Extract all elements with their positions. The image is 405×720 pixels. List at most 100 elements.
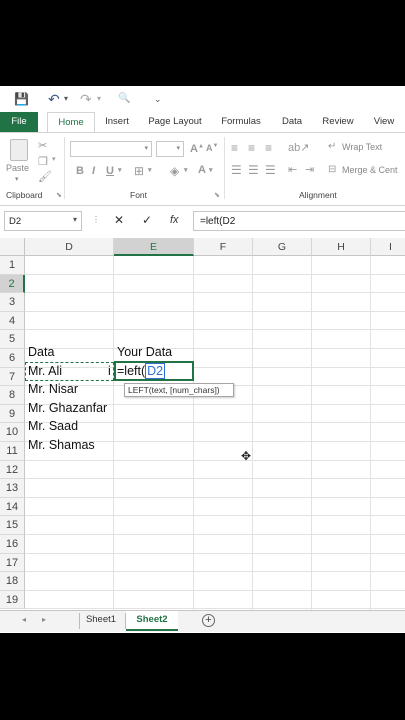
paste-button[interactable]: Paste ▾ xyxy=(6,137,32,183)
row-header-16[interactable]: 16 xyxy=(0,535,25,554)
cell-d3[interactable]: Mr. Nisar xyxy=(25,380,78,398)
cell-e1[interactable]: Your Data xyxy=(114,343,172,361)
undo-icon[interactable]: ↶ xyxy=(48,92,60,106)
align-left-icon[interactable]: ☰ xyxy=(231,163,242,177)
column-header-i[interactable]: I xyxy=(371,238,405,256)
tab-formulas[interactable]: Formulas xyxy=(218,112,264,132)
sheet-tab-divider xyxy=(79,613,80,629)
formula-input[interactable]: =left(D2 xyxy=(193,211,405,231)
row-header-9[interactable]: 9 xyxy=(0,404,25,424)
middle-align-icon[interactable]: ≡ xyxy=(248,141,255,155)
decrease-indent-icon[interactable]: ⇤ xyxy=(288,163,297,176)
row-header-14[interactable]: 14 xyxy=(0,497,25,517)
insert-function-icon[interactable]: fx xyxy=(170,214,179,226)
row-header-6[interactable]: 6 xyxy=(0,349,25,368)
tab-insert[interactable]: Insert xyxy=(100,112,134,132)
tab-view[interactable]: View xyxy=(369,112,399,132)
fill-color-dropdown-icon[interactable]: ▾ xyxy=(184,166,188,174)
format-painter-icon[interactable]: 🖌 xyxy=(38,170,52,183)
underline-icon[interactable]: U xyxy=(106,165,114,177)
ribbon-home: Paste ▾ ✂ ❐ ▾ 🖌 Clipboard ⬊ ▾ ▾ A▲ A▼ B … xyxy=(0,132,405,206)
redo-icon[interactable]: ↷ xyxy=(80,92,92,106)
cell-d1[interactable]: Data xyxy=(25,343,54,361)
cell-d6[interactable]: Mr. Shamas xyxy=(25,436,95,454)
shrink-font-icon[interactable]: A▼ xyxy=(206,143,218,153)
customize-toolbar-icon[interactable]: ⌄ xyxy=(154,92,162,106)
row-gridline xyxy=(25,496,405,498)
tab-page-layout[interactable]: Page Layout xyxy=(146,112,204,132)
bottom-align-icon[interactable]: ≡ xyxy=(265,141,272,155)
row-header-19[interactable]: 19 xyxy=(0,590,25,610)
sheet-tab-sheet1[interactable]: Sheet1 xyxy=(79,611,123,631)
undo-dropdown-icon[interactable]: ▾ xyxy=(64,92,68,106)
row-header-4[interactable]: 4 xyxy=(0,311,25,331)
grow-font-icon[interactable]: A▲ xyxy=(190,143,204,155)
scroll-right-icon[interactable]: ▸ xyxy=(42,615,46,624)
redo-dropdown-icon[interactable]: ▾ xyxy=(97,92,101,106)
font-color-dropdown-icon[interactable]: ▾ xyxy=(209,166,213,174)
row-header-1[interactable]: 1 xyxy=(0,256,25,275)
row-header-17[interactable]: 17 xyxy=(0,553,25,573)
tab-file[interactable]: File xyxy=(0,112,38,132)
align-right-icon[interactable]: ☰ xyxy=(265,163,276,177)
cell-e2-editor[interactable]: =left(D2 xyxy=(117,362,166,380)
font-color-icon[interactable]: A xyxy=(198,164,206,176)
column-header-g[interactable]: G xyxy=(253,238,312,256)
tab-data[interactable]: Data xyxy=(278,112,306,132)
row-header-2[interactable]: 2 xyxy=(0,274,25,294)
enter-icon[interactable]: ✓ xyxy=(142,213,152,227)
row-header-11[interactable]: 11 xyxy=(0,442,25,461)
clipboard-launcher-icon[interactable]: ⬊ xyxy=(56,191,62,199)
cancel-icon[interactable]: ✕ xyxy=(114,213,124,227)
cell-d5[interactable]: Mr. Saad xyxy=(25,417,78,435)
italic-icon[interactable]: I xyxy=(92,165,95,177)
orientation-icon[interactable]: ab↗ xyxy=(288,141,309,154)
function-tooltip[interactable]: LEFT(text, [num_chars]) xyxy=(124,383,234,397)
copy-dropdown-icon[interactable]: ▾ xyxy=(52,155,56,163)
row-gridline xyxy=(25,515,405,517)
row-header-15[interactable]: 15 xyxy=(0,516,25,535)
copy-icon[interactable]: ❐ xyxy=(38,155,48,168)
wrap-text-icon: ↵ xyxy=(328,141,337,152)
cell-d4[interactable]: Mr. Ghazanfar xyxy=(25,399,107,417)
tab-review[interactable]: Review xyxy=(319,112,357,132)
row-header-7[interactable]: 7 xyxy=(0,367,25,387)
borders-icon[interactable]: ⊞ xyxy=(134,164,144,178)
column-header-d[interactable]: D xyxy=(25,238,114,256)
row-header-13[interactable]: 13 xyxy=(0,479,25,498)
row-gridline xyxy=(25,534,405,535)
row-header-5[interactable]: 5 xyxy=(0,330,25,349)
row-header-3[interactable]: 3 xyxy=(0,293,25,312)
scroll-left-icon[interactable]: ◂ xyxy=(22,615,26,624)
cut-icon[interactable]: ✂ xyxy=(38,139,47,152)
tab-home[interactable]: Home xyxy=(47,112,95,133)
top-align-icon[interactable]: ≡ xyxy=(231,141,238,155)
bold-icon[interactable]: B xyxy=(76,165,84,177)
font-launcher-icon[interactable]: ⬊ xyxy=(214,191,220,199)
sheet-tab-sheet2[interactable]: Sheet2 xyxy=(126,611,178,631)
font-name-select[interactable]: ▾ xyxy=(70,141,152,157)
row-header-10[interactable]: 10 xyxy=(0,423,25,442)
save-icon[interactable]: 💾 xyxy=(14,92,29,106)
row-header-18[interactable]: 18 xyxy=(0,572,25,591)
name-box[interactable]: D2 ▾ xyxy=(4,211,82,231)
column-gridline xyxy=(193,256,194,610)
font-size-select[interactable]: ▾ xyxy=(156,141,184,157)
column-header-e[interactable]: E xyxy=(114,238,194,256)
row-header-8[interactable]: 8 xyxy=(0,386,25,405)
increase-indent-icon[interactable]: ⇥ xyxy=(305,163,314,176)
row-gridline xyxy=(25,329,405,331)
wrap-text-button[interactable]: ↵ Wrap Text xyxy=(328,141,405,157)
row-header-12[interactable]: 12 xyxy=(0,460,25,480)
align-center-icon[interactable]: ☰ xyxy=(248,163,259,177)
fill-color-icon[interactable]: ◈ xyxy=(170,164,179,178)
add-sheet-icon[interactable]: + xyxy=(202,614,215,627)
merge-center-button[interactable]: ⊟ Merge & Cent xyxy=(328,164,405,180)
column-header-h[interactable]: H xyxy=(312,238,371,256)
borders-dropdown-icon[interactable]: ▾ xyxy=(148,166,152,174)
select-all-corner[interactable] xyxy=(0,238,25,256)
underline-dropdown-icon[interactable]: ▾ xyxy=(118,166,122,174)
formula-prefix: =left( xyxy=(117,364,146,378)
print-preview-icon[interactable]: 🔍 xyxy=(118,92,130,106)
column-header-f[interactable]: F xyxy=(194,238,253,256)
